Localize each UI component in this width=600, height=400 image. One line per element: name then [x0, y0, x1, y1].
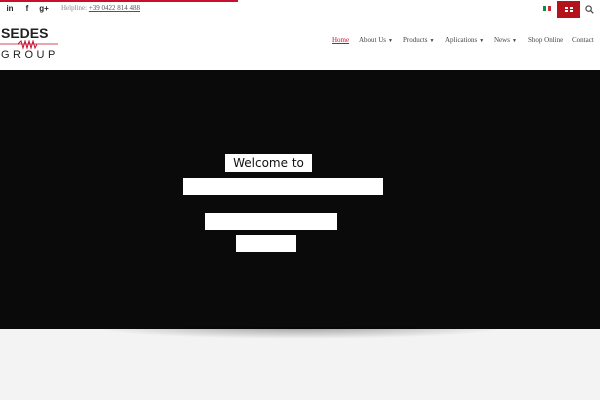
helpline-phone-link[interactable]: +39 0422 814 488 — [89, 4, 140, 12]
hero-button[interactable] — [236, 235, 296, 252]
nav-news[interactable]: News ▼ — [494, 34, 517, 46]
chevron-down-icon: ▼ — [511, 39, 517, 44]
nav-aplications-label: Aplications — [445, 36, 478, 44]
italian-flag-icon[interactable] — [543, 6, 552, 11]
nav-shop-online-label: Shop Online — [528, 36, 564, 44]
sedes-group-logo[interactable]: SEDES GROUP — [0, 26, 60, 64]
logo-word-top: SEDES — [1, 25, 49, 41]
hero-title-block — [183, 178, 383, 195]
search-icon[interactable] — [585, 5, 594, 14]
nav-shop-online[interactable]: Shop Online — [528, 34, 563, 46]
hero-shadow — [90, 327, 510, 339]
nav-aplications[interactable]: Aplications ▼ — [445, 34, 484, 46]
nav-products[interactable]: Products ▼ — [403, 34, 434, 46]
nav-home-label: Home — [332, 36, 350, 44]
chevron-down-icon: ▼ — [388, 39, 393, 44]
hero-banner: Welcome to — [0, 70, 600, 329]
facebook-icon[interactable]: f — [20, 3, 34, 15]
hero-welcome-text: Welcome to — [225, 154, 312, 172]
chevron-down-icon: ▼ — [429, 39, 435, 44]
linkedin-icon[interactable]: in — [3, 3, 17, 15]
english-language-button[interactable] — [557, 1, 580, 18]
nav-contact[interactable]: Contact — [572, 34, 594, 46]
google-plus-icon[interactable]: g+ — [37, 3, 51, 15]
nav-news-label: News — [494, 36, 510, 44]
top-accent-line — [0, 0, 238, 2]
hero-subtitle-block — [205, 213, 337, 230]
nav-products-label: Products — [403, 36, 428, 44]
logo-word-bottom: GROUP — [1, 49, 59, 61]
nav-about-us[interactable]: About Us ▼ — [359, 34, 393, 46]
uk-flag-icon — [565, 7, 573, 12]
nav-contact-label: Contact — [572, 36, 594, 44]
helpline-label: Helpline: — [61, 4, 88, 12]
header: SEDES GROUP Home About Us ▼ Products ▼ Apl… — [0, 18, 600, 70]
nav-home[interactable]: Home — [332, 34, 349, 46]
nav-about-us-label: About Us — [359, 36, 387, 44]
helpline: Helpline: +39 0422 814 488 — [61, 4, 140, 12]
chevron-down-icon: ▼ — [479, 39, 485, 44]
